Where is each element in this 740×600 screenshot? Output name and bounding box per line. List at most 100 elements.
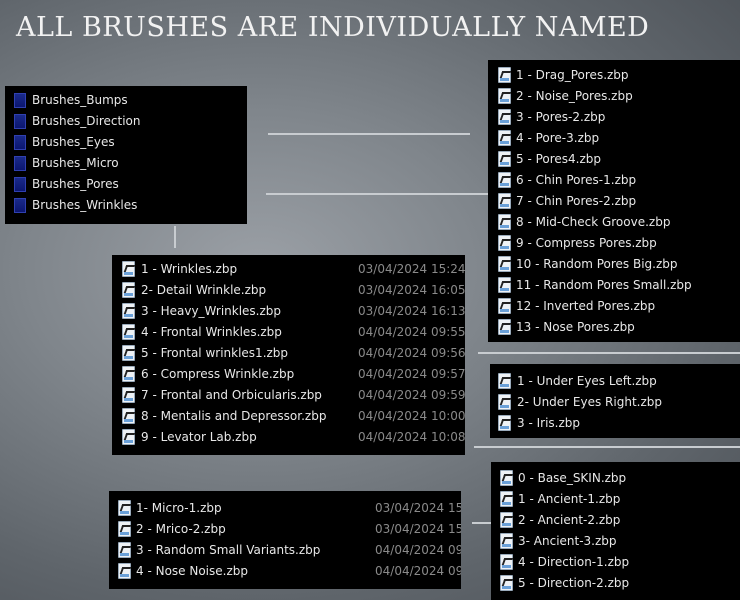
file-row[interactable]: 3- Ancient-3.zbp	[491, 531, 740, 552]
file-name: 1 - Wrinkles.zbp	[141, 262, 238, 276]
connector-line	[474, 446, 740, 448]
file-row[interactable]: 12 - Inverted Pores.zbp	[488, 296, 740, 317]
folder-name: Brushes_Pores	[32, 177, 119, 191]
folder-icon	[14, 114, 26, 129]
folder-item[interactable]: Brushes_Pores	[5, 174, 247, 195]
file-name: 11 - Random Pores Small.zbp	[516, 278, 692, 292]
file-row[interactable]: 1 - Wrinkles.zbp 03/04/2024 15:24	[112, 259, 466, 280]
file-row[interactable]: 2 - Mrico-2.zbp 03/04/2024 15:44	[109, 519, 461, 540]
file-row[interactable]: 13 - Nose Pores.zbp	[488, 317, 740, 338]
folder-item[interactable]: Brushes_Micro	[5, 153, 247, 174]
file-row[interactable]: 4 - Pore-3.zbp	[488, 128, 740, 149]
file-row[interactable]: 8 - Mentalis and Depressor.zbp 04/04/2024…	[112, 406, 466, 427]
file-name: 4 - Nose Noise.zbp	[136, 564, 248, 578]
file-name: 1 - Ancient-1.zbp	[518, 492, 621, 506]
file-date: 03/04/2024 16:05	[358, 283, 466, 297]
wrinkles-panel: 1 - Wrinkles.zbp 03/04/2024 15:24 2- Detai…	[112, 255, 466, 455]
file-row[interactable]: 10 - Random Pores Big.zbp	[488, 254, 740, 275]
folder-item[interactable]: Brushes_Eyes	[5, 132, 247, 153]
file-date: 04/04/2024 10:08	[358, 430, 466, 444]
file-row[interactable]: 2- Under Eyes Right.zbp	[490, 392, 740, 413]
file-row[interactable]: 9 - Levator Lab.zbp 04/04/2024 10:08	[112, 427, 466, 448]
zbrush-file-icon	[498, 109, 511, 125]
folder-icon	[14, 198, 26, 213]
zbrush-file-icon	[118, 563, 131, 579]
file-row[interactable]: 3 - Iris.zbp	[490, 413, 740, 434]
file-row[interactable]: 3 - Heavy_Wrinkles.zbp 03/04/2024 16:13	[112, 301, 466, 322]
file-row[interactable]: 9 - Compress Pores.zbp	[488, 233, 740, 254]
folder-item[interactable]: Brushes_Bumps	[5, 90, 247, 111]
file-name: 1 - Under Eyes Left.zbp	[517, 374, 657, 388]
zbrush-file-icon	[498, 67, 511, 83]
file-row[interactable]: 1 - Under Eyes Left.zbp	[490, 371, 740, 392]
file-row[interactable]: 5 - Direction-2.zbp	[491, 573, 740, 594]
zbrush-file-icon	[122, 282, 135, 298]
file-name: 4 - Pore-3.zbp	[516, 131, 600, 145]
zbrush-file-icon	[122, 366, 135, 382]
file-name: 3- Ancient-3.zbp	[518, 534, 617, 548]
file-name: 7 - Chin Pores-2.zbp	[516, 194, 637, 208]
file-row[interactable]: 5 - Pores4.zbp	[488, 149, 740, 170]
file-row[interactable]: 6 - Compress Wrinkle.zbp 04/04/2024 09:57	[112, 364, 466, 385]
file-name: 2- Detail Wrinkle.zbp	[141, 283, 267, 297]
connector-line	[472, 522, 492, 524]
file-row[interactable]: 0 - Base_SKIN.zbp	[491, 468, 740, 489]
zbrush-file-icon	[122, 303, 135, 319]
file-row[interactable]: 2 - Ancient-2.zbp	[491, 510, 740, 531]
folder-item[interactable]: Brushes_Wrinkles	[5, 195, 247, 216]
file-row[interactable]: 3 - Random Small Variants.zbp 04/04/2024 …	[109, 540, 461, 561]
zbrush-file-icon	[500, 575, 513, 591]
file-name: 1 - Drag_Pores.zbp	[516, 68, 629, 82]
file-row[interactable]: 1 - Drag_Pores.zbp	[488, 65, 740, 86]
file-row[interactable]: 2 - Noise_Pores.zbp	[488, 86, 740, 107]
file-row[interactable]: 4 - Nose Noise.zbp 04/04/2024 09:52	[109, 561, 461, 582]
file-row[interactable]: 4 - Frontal Wrinkles.zbp 04/04/2024 09:55	[112, 322, 466, 343]
file-row[interactable]: 2- Detail Wrinkle.zbp 03/04/2024 16:05	[112, 280, 466, 301]
folder-item[interactable]: Brushes_Direction	[5, 111, 247, 132]
zbrush-file-icon	[122, 429, 135, 445]
zbrush-file-icon	[498, 130, 511, 146]
zbrush-file-icon	[122, 408, 135, 424]
folder-name: Brushes_Direction	[32, 114, 141, 128]
file-name: 3 - Pores-2.zbp	[516, 110, 606, 124]
zbrush-file-icon	[498, 373, 511, 389]
file-name: 12 - Inverted Pores.zbp	[516, 299, 656, 313]
zbrush-file-icon	[498, 277, 511, 293]
file-row[interactable]: 8 - Mid-Check Groove.zbp	[488, 212, 740, 233]
zbrush-file-icon	[498, 415, 511, 431]
file-row[interactable]: 11 - Random Pores Small.zbp	[488, 275, 740, 296]
file-row[interactable]: 6 - Chin Pores-1.zbp	[488, 170, 740, 191]
file-row[interactable]: 4 - Direction-1.zbp	[491, 552, 740, 573]
zbrush-file-icon	[122, 261, 135, 277]
eyes-panel: 1 - Under Eyes Left.zbp 2- Under Eyes Rig…	[490, 364, 740, 438]
folder-name: Brushes_Eyes	[32, 135, 115, 149]
zbrush-file-icon	[498, 319, 511, 335]
file-name: 9 - Compress Pores.zbp	[516, 236, 657, 250]
folder-name: Brushes_Wrinkles	[32, 198, 138, 212]
folder-icon	[14, 156, 26, 171]
zbrush-file-icon	[118, 521, 131, 537]
file-row[interactable]: 7 - Frontal and Orbicularis.zbp 04/04/202…	[112, 385, 466, 406]
file-date: 04/04/2024 09:59	[358, 388, 466, 402]
file-name: 2 - Ancient-2.zbp	[518, 513, 621, 527]
file-date: 04/04/2024 09:56	[358, 346, 466, 360]
file-name: 5 - Pores4.zbp	[516, 152, 602, 166]
file-date: 04/04/2024 10:00	[358, 409, 466, 423]
file-row[interactable]: 1- Micro-1.zbp 03/04/2024 15:46	[109, 498, 461, 519]
file-date: 03/04/2024 16:13	[358, 304, 466, 318]
zbrush-file-icon	[498, 88, 511, 104]
file-row[interactable]: 3 - Pores-2.zbp	[488, 107, 740, 128]
file-row[interactable]: 1 - Ancient-1.zbp	[491, 489, 740, 510]
folder-name: Brushes_Bumps	[32, 93, 128, 107]
file-name: 3 - Random Small Variants.zbp	[136, 543, 321, 557]
bumps-panel: 0 - Base_SKIN.zbp 1 - Ancient-1.zbp 2 - An…	[491, 462, 740, 600]
micro-panel: 1- Micro-1.zbp 03/04/2024 15:46 2 - Mrico-…	[109, 491, 461, 589]
file-row[interactable]: 7 - Chin Pores-2.zbp	[488, 191, 740, 212]
file-row[interactable]: 5 - Frontal wrinkles1.zbp 04/04/2024 09:5…	[112, 343, 466, 364]
zbrush-file-icon	[498, 214, 511, 230]
zbrush-file-icon	[498, 193, 511, 209]
file-name: 8 - Mentalis and Depressor.zbp	[141, 409, 327, 423]
pores-panel: 1 - Drag_Pores.zbp 2 - Noise_Pores.zbp 3 -…	[488, 60, 740, 342]
zbrush-file-icon	[500, 554, 513, 570]
zbrush-file-icon	[498, 256, 511, 272]
